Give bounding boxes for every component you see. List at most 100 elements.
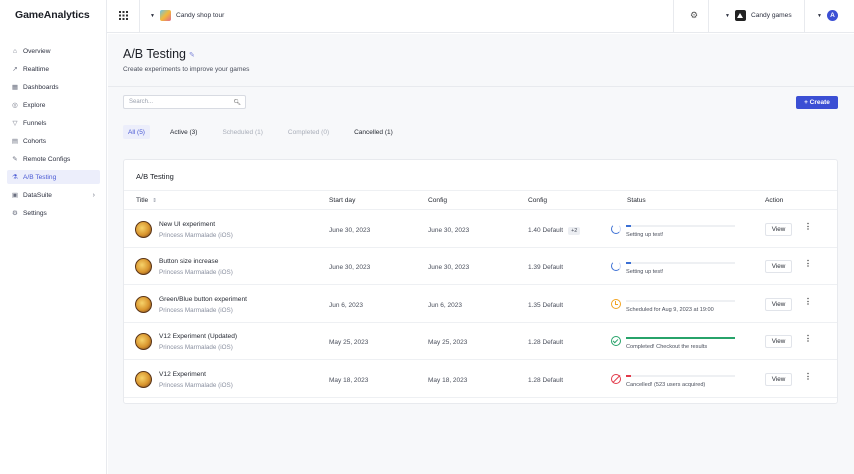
- divider: [673, 0, 674, 33]
- more-options-icon[interactable]: ⋮: [804, 222, 812, 231]
- game-thumbnail: [159, 10, 171, 21]
- experiment-title[interactable]: V12 Experiment: [159, 371, 206, 378]
- edit-pencil-icon[interactable]: ✎: [189, 51, 195, 59]
- wrench-icon: ✎: [12, 156, 18, 163]
- config-version: 1.35 Default: [528, 301, 564, 309]
- sidebar-item-settings[interactable]: ⚙ Settings: [7, 206, 100, 220]
- table-row[interactable]: New UI experiment Princess Marmalade (iOS…: [124, 211, 837, 248]
- experiment-game: Princess Marmalade (iOS): [159, 306, 233, 314]
- column-header-action: Action: [765, 197, 784, 204]
- more-options-icon[interactable]: ⋮: [804, 334, 812, 343]
- table-row[interactable]: Green/Blue button experiment Princess Mar…: [124, 286, 837, 323]
- compass-icon: ◎: [12, 102, 18, 109]
- experiment-game: Princess Marmalade (iOS): [159, 344, 233, 352]
- cohorts-icon: ▤: [11, 138, 19, 145]
- dashboard-icon: ▦: [11, 84, 19, 91]
- experiment-game: Princess Marmalade (iOS): [159, 381, 233, 389]
- avatar: A: [826, 10, 838, 21]
- table-row[interactable]: V12 Experiment (Updated) Princess Marmala…: [124, 323, 837, 361]
- divider: [108, 86, 854, 87]
- experiments-card: A/B Testing Title ⇕ Start day Config Conf…: [123, 159, 838, 404]
- sidebar-item-label: Remote Configs: [23, 155, 71, 163]
- config-version: 1.28 Default: [528, 376, 564, 384]
- view-button[interactable]: View: [765, 260, 792, 274]
- column-header-title[interactable]: Title ⇕: [136, 197, 157, 204]
- sidebar-item-label: Dashboards: [23, 83, 59, 91]
- status-text: Scheduled for Aug 9, 2023 at 19:00: [626, 306, 714, 313]
- experiment-game: Princess Marmalade (iOS): [159, 232, 233, 239]
- status-progress-bar: [626, 225, 735, 227]
- sidebar-item-dashboards[interactable]: ▦ Dashboards: [7, 80, 100, 94]
- game-selector[interactable]: ▼ Candy shop tour: [150, 10, 224, 21]
- sidebar-item-label: Overview: [23, 47, 51, 55]
- more-options-icon[interactable]: ⋮: [804, 372, 812, 381]
- more-options-icon[interactable]: ⋮: [804, 259, 812, 268]
- divider: [708, 0, 709, 33]
- game-icon: [135, 370, 152, 388]
- filter-tabs: All (5) Active (3) Scheduled (1) Completed …: [123, 125, 413, 139]
- view-button[interactable]: View: [765, 335, 792, 349]
- realtime-chart-icon: ↗: [12, 66, 18, 73]
- caret-down-icon: ▼: [150, 12, 155, 19]
- sidebar-item-funnels[interactable]: ▽ Funnels: [7, 116, 100, 130]
- config-version: 1.28 Default: [528, 339, 564, 347]
- game-icon: [135, 333, 152, 351]
- sidebar-item-cohorts[interactable]: ▤ Cohorts: [7, 134, 100, 148]
- studio-selector[interactable]: ▼ Candy games: [725, 10, 792, 21]
- status-setup-icon: [611, 261, 621, 272]
- tab-completed[interactable]: Completed (0): [283, 125, 334, 139]
- table-row[interactable]: V12 Experiment Princess Marmalade (iOS) Ma…: [124, 361, 837, 398]
- sort-icon[interactable]: ⇕: [152, 198, 157, 204]
- tab-scheduled[interactable]: Scheduled (1): [217, 125, 267, 139]
- experiment-title[interactable]: New UI experiment: [159, 221, 215, 228]
- flask-icon: ⚗: [12, 174, 18, 181]
- status-progress-fill: [626, 225, 632, 227]
- caret-down-icon: ▼: [817, 12, 822, 19]
- view-button[interactable]: View: [765, 372, 792, 386]
- sidebar-item-remote-configs[interactable]: ✎ Remote Configs: [7, 152, 100, 166]
- status-progress-bar: [626, 374, 735, 377]
- sidebar-item-overview[interactable]: ⌂ Overview: [7, 44, 100, 58]
- status-text: Setting up test!: [626, 269, 664, 276]
- chevron-right-icon: ›: [92, 191, 95, 199]
- main-content: A/B Testing ✎ Create experiments to impr…: [108, 34, 854, 474]
- experiment-title[interactable]: V12 Experiment (Updated): [159, 333, 237, 340]
- divider: [139, 0, 140, 33]
- view-button[interactable]: View: [765, 223, 792, 236]
- sidebar-item-explore[interactable]: ◎ Explore: [7, 98, 100, 112]
- start-day: May 25, 2023: [329, 339, 369, 347]
- tab-all[interactable]: All (5): [123, 125, 150, 139]
- status-text: Setting up test!: [626, 232, 664, 238]
- gear-icon: ⚙: [12, 210, 18, 217]
- table-row[interactable]: Button size increase Princess Marmalade (…: [124, 248, 837, 286]
- sidebar-item-datasuite[interactable]: ▣ DataSuite ›: [7, 188, 100, 202]
- sidebar-item-label: DataSuite: [23, 191, 52, 199]
- experiment-title[interactable]: Green/Blue button experiment: [159, 296, 247, 303]
- experiment-title[interactable]: Button size increase: [159, 258, 218, 265]
- tab-active[interactable]: Active (3): [165, 125, 202, 139]
- search-input[interactable]: Search... 🔍︎: [123, 95, 246, 109]
- sidebar-item-a-b-testing[interactable]: ⚗ A/B Testing: [7, 170, 100, 184]
- tab-cancelled[interactable]: Cancelled (1): [349, 125, 398, 139]
- user-menu[interactable]: ▼ A: [817, 10, 838, 21]
- studio-logo: [734, 10, 746, 21]
- create-button[interactable]: + Create: [796, 96, 838, 109]
- game-name: Candy shop tour: [175, 12, 225, 19]
- more-options-icon[interactable]: ⋮: [804, 297, 812, 306]
- view-button[interactable]: View: [765, 297, 792, 311]
- extra-configs-badge[interactable]: +2: [568, 227, 581, 235]
- status-progress-fill: [626, 337, 735, 340]
- settings-gear-icon[interactable]: ⚙: [690, 10, 698, 21]
- sidebar-item-realtime[interactable]: ↗ Realtime: [7, 62, 100, 76]
- app-grid-icon[interactable]: [119, 11, 128, 20]
- sidebar-item-label: Cohorts: [23, 137, 47, 145]
- start-day: June 30, 2023: [329, 264, 371, 272]
- page-subtitle: Create experiments to improve your games: [123, 66, 250, 73]
- status-cancel-icon: [611, 373, 621, 384]
- sidebar-item-label: A/B Testing: [23, 173, 57, 181]
- column-header-start-day: Start day: [329, 197, 356, 204]
- top-bar: ▼ Candy shop tour ⚙ ▼ Candy games ▼ A: [107, 0, 854, 33]
- app-logo[interactable]: GameAnalytics: [15, 9, 90, 21]
- config-version: 1.39 Default: [528, 264, 564, 272]
- sidebar-item-label: Explore: [23, 101, 46, 109]
